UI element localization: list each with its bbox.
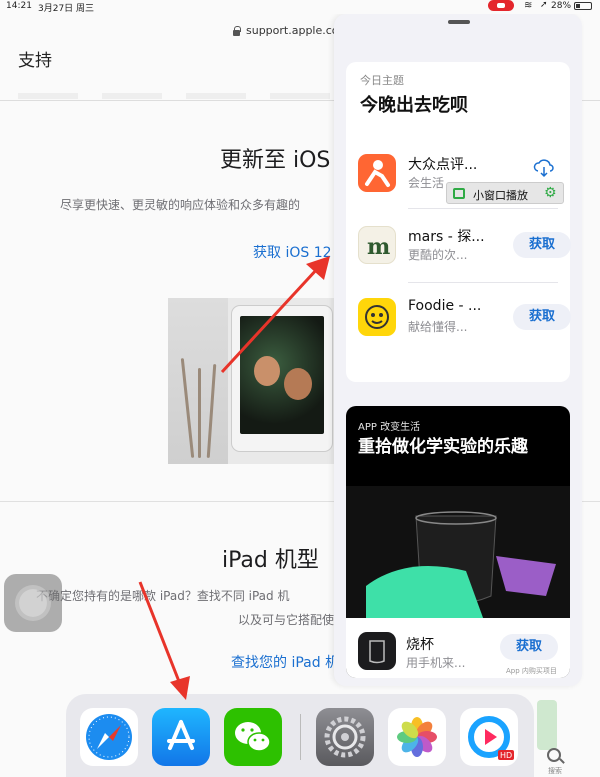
row-divider: [408, 208, 558, 209]
app-subtitle: 用手机来...: [406, 656, 466, 670]
foodie-app-icon: [358, 298, 396, 336]
search-icon[interactable]: [547, 748, 561, 762]
ipad-models-title: iPad 机型: [222, 548, 319, 573]
get-button[interactable]: 获取: [500, 634, 558, 660]
child-face-image: [284, 368, 312, 400]
status-date: 3月27日 周三: [38, 4, 95, 14]
svg-text:m: m: [367, 234, 390, 260]
app-row-foodie[interactable]: Foodie - ... 献给懂得... 获取: [358, 294, 571, 346]
svg-text:HD: HD: [500, 751, 512, 760]
battery-percent: 28%: [551, 1, 572, 11]
app-store-icon[interactable]: [152, 708, 210, 766]
status-time: 14:21: [6, 1, 32, 11]
search-label: 搜索: [548, 767, 562, 775]
wifi-icon: ≋: [524, 0, 533, 11]
wechat-icon[interactable]: [224, 708, 282, 766]
app-name: mars - 探...: [408, 229, 485, 245]
story-title: 重拾做化学实验的乐趣: [358, 437, 528, 457]
dianping-app-icon: [358, 154, 396, 192]
slide-over-app-store: 今日主题 今晚出去吃呗 大众点评... 会生活 m mars - 探... 更酷…: [334, 14, 582, 686]
app-name: Foodie - ...: [408, 298, 482, 314]
child-face-image: [254, 356, 280, 386]
dock-separator: [300, 714, 301, 760]
download-cloud-icon[interactable]: [533, 158, 555, 178]
ipad-models-description: 不确定您持有的是哪款 iPad？查找不同 iPad 机: [36, 589, 290, 603]
card-title: 今晚出去吃呗: [360, 95, 468, 116]
location-icon: ➚: [540, 0, 548, 10]
settings-icon[interactable]: [316, 708, 374, 766]
safari-icon[interactable]: [80, 708, 138, 766]
youku-icon[interactable]: HD: [460, 708, 518, 766]
dock: HD: [66, 694, 534, 777]
photos-icon[interactable]: [388, 708, 446, 766]
in-app-purchase-note: App 内购买项目: [506, 667, 557, 675]
ipad-device-image: [232, 306, 332, 451]
find-ipad-link[interactable]: 查找您的 iPad 机: [231, 652, 339, 672]
story-subtitle: APP 改变生活: [358, 422, 421, 433]
story-card[interactable]: APP 改变生活 重拾做化学实验的乐趣 烧杯 用手机来... 获取 App 内购…: [346, 406, 570, 678]
battery-icon: [574, 2, 592, 10]
beaker-app-icon: [358, 632, 396, 670]
app-subtitle: 更酷的次...: [408, 248, 468, 262]
status-bar: 14:21 3月27日 周三 ≋ ➚ 28%: [0, 0, 600, 14]
assistive-touch-button[interactable]: [4, 574, 62, 632]
app-subtitle: 献给懂得...: [408, 320, 468, 334]
pip-window-icon: [453, 188, 465, 199]
ipad-screen-image: [240, 316, 324, 434]
background-app-edge: [537, 700, 557, 750]
hero-title: 更新至 iOS: [220, 148, 331, 173]
get-button[interactable]: 获取: [513, 304, 571, 330]
app-row-mars[interactable]: m mars - 探... 更酷的次... 获取: [358, 222, 571, 274]
beaker-illustration: [346, 486, 570, 626]
row-divider: [408, 282, 558, 283]
story-app-row[interactable]: 烧杯 用手机来... 获取 App 内购买项目: [346, 618, 570, 678]
page-nav-title[interactable]: 支持: [18, 46, 52, 71]
mars-app-icon: m: [358, 226, 396, 264]
ipad-models-description-2: 以及可与它搭配使用: [238, 613, 347, 627]
today-collection-card[interactable]: 今日主题 今晚出去吃呗 大众点评... 会生活 m mars - 探... 更酷…: [346, 62, 571, 382]
pip-label[interactable]: 小窗口播放: [473, 187, 528, 203]
app-name: 烧杯: [406, 637, 434, 653]
brush-image: [198, 368, 201, 458]
get-button[interactable]: 获取: [513, 232, 571, 258]
hero-description: 尽享更快速、更灵敏的响应体验和众多有趣的: [60, 198, 301, 212]
gear-icon[interactable]: ⚙: [544, 185, 557, 201]
app-name: 大众点评...: [408, 157, 478, 173]
get-ios-link[interactable]: 获取 iOS 12: [253, 242, 332, 262]
lock-icon: [233, 26, 241, 36]
pip-popup[interactable]: 小窗口播放 ⚙: [446, 182, 564, 204]
app-subtitle: 会生活: [408, 176, 445, 190]
screen-recording-indicator[interactable]: [488, 0, 514, 11]
card-subtitle: 今日主题: [360, 74, 404, 87]
slide-over-grabber[interactable]: [448, 20, 470, 24]
